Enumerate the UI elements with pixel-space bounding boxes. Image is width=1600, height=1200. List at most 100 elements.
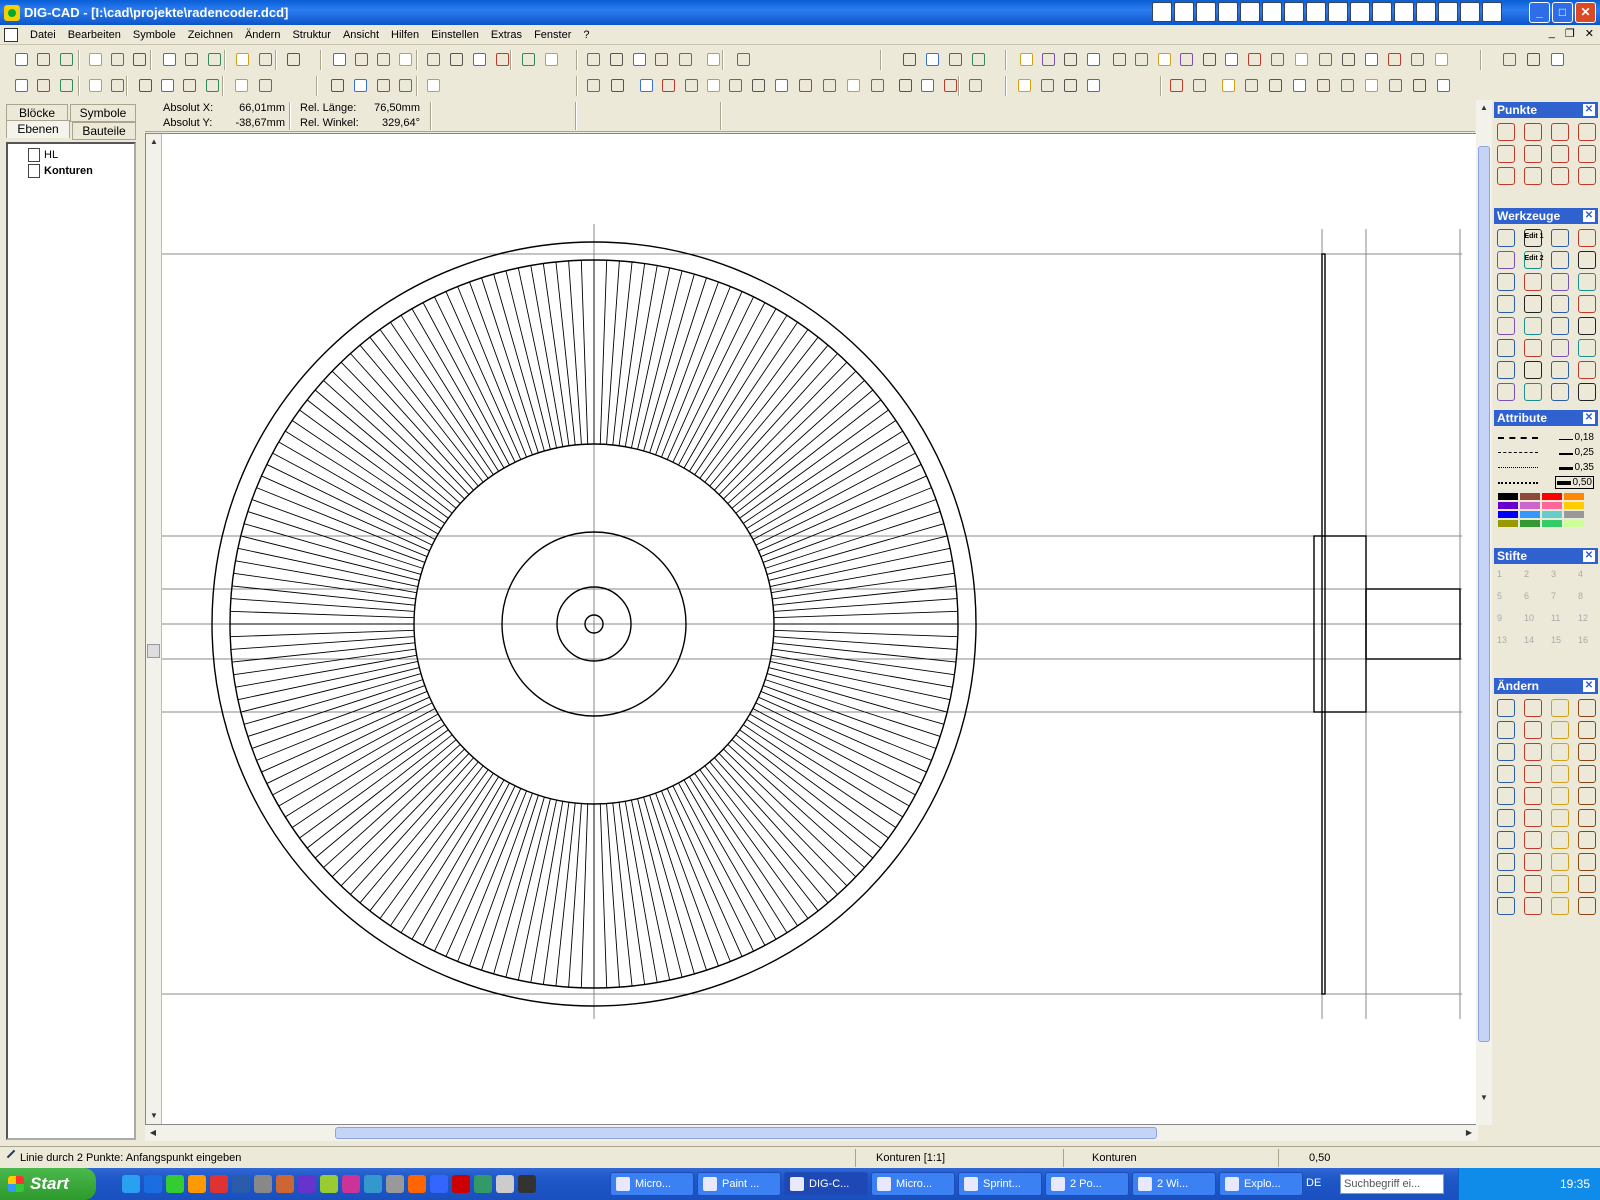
toolbar-tool-icon[interactable] bbox=[447, 50, 466, 69]
toolbar-tool-icon[interactable] bbox=[1222, 50, 1241, 69]
quick-icon[interactable] bbox=[1262, 2, 1282, 22]
menu-bearbeiten[interactable]: Bearbeiten bbox=[62, 29, 127, 41]
toolbar-tool-icon[interactable] bbox=[86, 50, 105, 69]
toolbar-tool-icon[interactable] bbox=[608, 76, 627, 95]
palette-tool-icon[interactable] bbox=[1578, 339, 1596, 357]
color-swatch[interactable] bbox=[1542, 520, 1562, 527]
quick-launch-icon[interactable] bbox=[188, 1175, 206, 1193]
close-button[interactable]: ✕ bbox=[1575, 2, 1596, 23]
palette-tool-icon[interactable] bbox=[1578, 145, 1596, 163]
close-icon[interactable]: ✕ bbox=[1583, 104, 1595, 116]
line-width-option[interactable]: 0,35 bbox=[1494, 460, 1598, 475]
palette-tool-icon[interactable] bbox=[1524, 721, 1542, 739]
quick-launch-icon[interactable] bbox=[430, 1175, 448, 1193]
quick-launch-icon[interactable] bbox=[166, 1175, 184, 1193]
toolbar-tool-icon[interactable] bbox=[203, 76, 222, 95]
palette-tool-icon[interactable] bbox=[1551, 123, 1569, 141]
toolbar-tool-icon[interactable] bbox=[1524, 50, 1543, 69]
quick-icon[interactable] bbox=[1350, 2, 1370, 22]
toolbar-tool-icon[interactable] bbox=[1132, 50, 1151, 69]
toolbar-tool-icon[interactable] bbox=[57, 50, 76, 69]
toolbar-tool-icon[interactable] bbox=[519, 50, 538, 69]
palette-tool-icon[interactable] bbox=[1524, 383, 1542, 401]
color-swatch[interactable] bbox=[1498, 502, 1518, 509]
tab-ebenen[interactable]: Ebenen bbox=[6, 120, 70, 138]
menu-aendern[interactable]: Ändern bbox=[239, 29, 286, 41]
toolbar-tool-icon[interactable] bbox=[630, 50, 649, 69]
toolbar-tool-icon[interactable] bbox=[1061, 50, 1080, 69]
toolbar-tool-icon[interactable] bbox=[1084, 76, 1103, 95]
toolbar-tool-icon[interactable] bbox=[328, 76, 347, 95]
quick-launch-icon[interactable] bbox=[364, 1175, 382, 1193]
toolbar-tool-icon[interactable] bbox=[704, 50, 723, 69]
color-swatch[interactable] bbox=[1498, 511, 1518, 518]
document-icon[interactable] bbox=[4, 27, 18, 42]
toolbar-tool-icon[interactable] bbox=[1500, 50, 1519, 69]
quick-icon[interactable] bbox=[1240, 2, 1260, 22]
quick-icon[interactable] bbox=[1218, 2, 1238, 22]
color-swatch[interactable] bbox=[1498, 493, 1518, 500]
linetype-icon[interactable] bbox=[1498, 467, 1538, 468]
color-swatch[interactable] bbox=[1564, 493, 1584, 500]
palette-tool-icon[interactable] bbox=[1524, 273, 1542, 291]
menu-fenster[interactable]: Fenster bbox=[528, 29, 577, 41]
pen-slot[interactable]: 7 bbox=[1551, 591, 1569, 609]
color-swatch[interactable] bbox=[1520, 520, 1540, 527]
palette-tool-icon[interactable] bbox=[1497, 295, 1515, 313]
toolbar-tool-icon[interactable] bbox=[160, 50, 179, 69]
palette-tool-icon[interactable] bbox=[1578, 831, 1596, 849]
pen-slot[interactable]: 1 bbox=[1497, 569, 1515, 587]
toolbar-tool-icon[interactable] bbox=[946, 50, 965, 69]
palette-tool-icon[interactable] bbox=[1551, 273, 1569, 291]
toolbar-tool-icon[interactable] bbox=[584, 76, 603, 95]
search-input[interactable]: Suchbegriff ei... bbox=[1340, 1174, 1444, 1194]
pen-slot[interactable]: 5 bbox=[1497, 591, 1515, 609]
palette-tool-icon[interactable] bbox=[1497, 145, 1515, 163]
toolbar-tool-icon[interactable] bbox=[1338, 76, 1357, 95]
palette-tool-icon[interactable] bbox=[1551, 765, 1569, 783]
toolbar-tool-icon[interactable] bbox=[233, 50, 252, 69]
quick-icon[interactable] bbox=[1196, 2, 1216, 22]
toolbar-tool-icon[interactable] bbox=[180, 76, 199, 95]
scroll-up-arrow[interactable]: ▲ bbox=[146, 134, 162, 150]
menu-extras[interactable]: Extras bbox=[485, 29, 528, 41]
palette-tool-icon[interactable] bbox=[1578, 897, 1596, 915]
toolbar-tool-icon[interactable] bbox=[734, 50, 753, 69]
palette-tool-icon[interactable] bbox=[1497, 273, 1515, 291]
toolbar-tool-icon[interactable] bbox=[34, 76, 53, 95]
quick-launch-icon[interactable] bbox=[474, 1175, 492, 1193]
clock[interactable]: 19:35 bbox=[1560, 1177, 1590, 1191]
palette-tool-icon[interactable] bbox=[1497, 339, 1515, 357]
scroll-right-arrow[interactable]: ▶ bbox=[1461, 1125, 1477, 1141]
menu-symbole[interactable]: Symbole bbox=[127, 29, 182, 41]
palette-tool-icon[interactable] bbox=[1524, 853, 1542, 871]
scroll-down-arrow[interactable]: ▼ bbox=[146, 1108, 162, 1124]
palette-tool-icon[interactable] bbox=[1524, 145, 1542, 163]
palette-tool-icon[interactable] bbox=[1551, 897, 1569, 915]
linetype-icon[interactable] bbox=[1498, 452, 1538, 453]
toolbar-tool-icon[interactable] bbox=[1084, 50, 1103, 69]
toolbar-tool-icon[interactable] bbox=[34, 50, 53, 69]
palette-tool-icon[interactable] bbox=[1551, 167, 1569, 185]
pen-slot[interactable]: 2 bbox=[1524, 569, 1542, 587]
palette-tool-icon[interactable] bbox=[1497, 721, 1515, 739]
palette-tool-icon[interactable] bbox=[1578, 251, 1596, 269]
palette-tool-icon[interactable] bbox=[1497, 809, 1515, 827]
pen-slot[interactable]: 3 bbox=[1551, 569, 1569, 587]
menu-ansicht[interactable]: Ansicht bbox=[337, 29, 385, 41]
taskbar-button[interactable]: Paint ... bbox=[697, 1172, 781, 1196]
toolbar-tool-icon[interactable] bbox=[108, 76, 127, 95]
color-swatch[interactable] bbox=[1498, 520, 1518, 527]
palette-tool-icon[interactable] bbox=[1497, 361, 1515, 379]
toolbar-tool-icon[interactable] bbox=[1316, 50, 1335, 69]
pen-slot[interactable]: 6 bbox=[1524, 591, 1542, 609]
toolbar-tool-icon[interactable] bbox=[284, 50, 303, 69]
toolbar-tool-icon[interactable] bbox=[205, 50, 224, 69]
quick-icon[interactable] bbox=[1174, 2, 1194, 22]
taskbar-button[interactable]: 2 Wi... bbox=[1132, 1172, 1216, 1196]
quick-icon[interactable] bbox=[1284, 2, 1304, 22]
pen-slot[interactable]: 15 bbox=[1551, 635, 1569, 653]
toolbar-tool-icon[interactable] bbox=[1385, 50, 1404, 69]
vertical-scrollbar[interactable]: ▲ ▼ bbox=[1476, 100, 1492, 1125]
toolbar-tool-icon[interactable] bbox=[1110, 50, 1129, 69]
